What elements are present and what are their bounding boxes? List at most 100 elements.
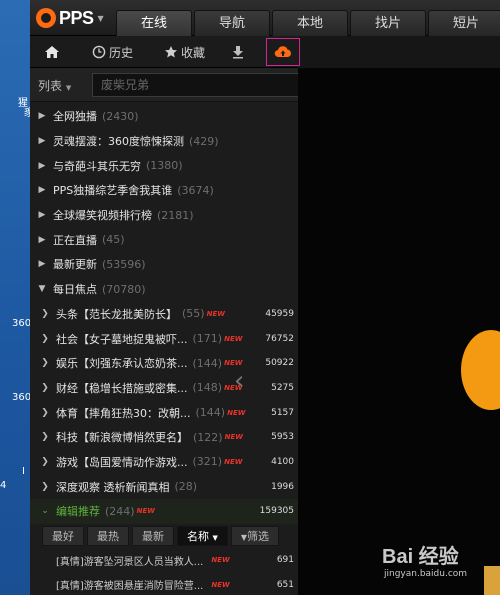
title-bar: PPS ▼ 在线 导航 本地 找片 短片 (30, 0, 500, 36)
item-title: 科技【新浪微博悄然更名】 (56, 431, 188, 445)
sub-list-item[interactable]: ❯ 体育【摔角狂热30：改朝... (144) NEW 5157 (30, 400, 298, 425)
item-count: (2181) (157, 208, 194, 222)
item-title: 每日焦点 (53, 283, 97, 297)
item-count: (3674) (177, 183, 214, 197)
sub-list-item[interactable]: ❯ 社会【女子墓地捉鬼被吓... (171) NEW 76752 (30, 326, 298, 351)
item-count: (144) (195, 406, 226, 420)
item-count: (2430) (102, 109, 139, 123)
list-item[interactable]: ▼ 每日焦点 (70780) (30, 277, 298, 302)
sidebar: 列表 ▼ 废柴兄弟 ▲ ▶全网独播(2430) ▶灵魂摆渡：360度惊悚探测(4… (30, 68, 312, 595)
tab-short-videos[interactable]: 短片 (428, 10, 500, 36)
item-title: 头条【范长龙批美防长】 (56, 307, 177, 321)
home-button[interactable] (44, 40, 60, 64)
app-logo[interactable]: PPS ▼ (36, 7, 104, 29)
chevron-right-icon: ❯ (41, 333, 49, 344)
filter-hot-button[interactable]: 最热 (87, 525, 129, 546)
item-count: (144) (192, 356, 223, 370)
watermark-brand: Bai 经验 (382, 546, 459, 568)
video-title: [真情]游客坠河景区人员当救人... (56, 556, 204, 568)
sub-list-item[interactable]: ❯ 财经【稳增长措施或密集... (148) NEW 5275 (30, 376, 298, 401)
filter-best-button[interactable]: 最好 (42, 525, 84, 546)
favorites-button[interactable]: 收藏 (164, 40, 205, 64)
list-item[interactable]: ▶ 与奇葩斗其乐无穷 (1380) (30, 153, 298, 178)
video-player[interactable] (298, 68, 500, 595)
filter-screen-label: 筛选 (247, 529, 270, 543)
chevron-right-icon: ▶ (38, 111, 46, 122)
item-title: 与奇葩斗其乐无穷 (53, 159, 141, 173)
video-item[interactable]: [真情]游客坠河景区人员当救人... NEW 691 (30, 548, 298, 573)
item-title: 全网独播 (53, 110, 97, 124)
sub-list-item[interactable]: ❯ 娱乐【刘强东承认恋奶茶... (144) NEW 50922 (30, 351, 298, 376)
logo-icon (36, 8, 56, 28)
view-count: 5953 (271, 432, 294, 443)
chevron-down-icon: ▼ (212, 533, 218, 542)
filter-name-label: 名称 (187, 529, 209, 543)
list-item[interactable]: ▶ 全网独播 (2430) (30, 104, 298, 129)
new-badge: NEW (224, 334, 243, 343)
item-title: 编辑推荐 (56, 505, 100, 519)
item-title: 财经【稳增长措施或密集... (56, 381, 188, 395)
item-title: 全球爆笑视频排行榜 (53, 209, 152, 223)
item-count: (53596) (102, 257, 146, 271)
video-title: [真情]游客被困悬崖消防冒险营... (56, 581, 204, 593)
filter-newest-button[interactable]: 最新 (132, 525, 174, 546)
chevron-down-icon: ▼ (97, 13, 104, 23)
sub-list-item[interactable]: ❯ 头条【范长龙批美防长】 (55) NEW 45959 (30, 302, 298, 327)
chevron-right-icon: ▶ (38, 136, 46, 147)
new-badge: NEW (227, 408, 246, 417)
chevron-down-icon: ⌄ (41, 506, 49, 517)
history-label: 历史 (109, 45, 134, 60)
chevron-right-icon: ▶ (38, 160, 46, 171)
chevron-right-icon: ❯ (41, 407, 49, 418)
chevron-right-icon: ❯ (41, 456, 49, 467)
item-count: (122) (193, 430, 223, 444)
sub-list-item[interactable]: ❯ 深度观察 透析新闻真相 (28) 1996 (30, 474, 298, 499)
tab-online[interactable]: 在线 (116, 10, 192, 36)
baidu-watermark: Bai 经验 jingyan.baidu.com (382, 540, 467, 579)
list-item[interactable]: ▶ 全球爆笑视频排行榜 (2181) (30, 203, 298, 228)
item-count: (1380) (146, 159, 183, 173)
item-count: (45) (102, 233, 125, 247)
list-dropdown-label: 列表 (38, 79, 63, 93)
desktop-label: 360 (12, 318, 32, 329)
download-icon (233, 46, 243, 59)
view-count: 691 (276, 555, 294, 566)
tab-local[interactable]: 本地 (272, 10, 348, 36)
editor-picks-item[interactable]: ⌄ 编辑推荐 (244) NEW 159305 (30, 499, 298, 524)
filter-name-button[interactable]: 名称 ▼ (177, 525, 228, 546)
item-title: PPS独播综艺季舍我其谁 (53, 184, 173, 198)
list-item[interactable]: ▶ 最新更新 (53596) (30, 252, 298, 277)
list-item[interactable]: ▶ PPS独播综艺季舍我其谁 (3674) (30, 178, 298, 203)
list-item[interactable]: ▶ 灵魂摆渡：360度惊悚探测 (429) (30, 129, 298, 154)
view-count: 50922 (265, 358, 294, 369)
chevron-right-icon: ▶ (38, 210, 46, 221)
chevron-right-icon: ▶ (38, 185, 46, 196)
home-icon (45, 46, 59, 58)
video-item[interactable]: [真情]游客被困悬崖消防冒险营... NEW 651 (30, 572, 298, 595)
list-item[interactable]: ▶ 正在直播 (45) (30, 227, 298, 252)
desktop-strip: 猩 豸 360 360 I 4 (0, 0, 33, 595)
new-badge: NEW (224, 433, 243, 442)
new-badge: NEW (136, 507, 155, 516)
chevron-left-icon[interactable]: ‹ (234, 366, 244, 396)
search-row: 列表 ▼ 废柴兄弟 (30, 68, 312, 102)
filter-screen-button[interactable]: ▼筛选 (230, 525, 280, 546)
list-dropdown[interactable]: 列表 ▼ (38, 77, 71, 94)
item-title: 最新更新 (53, 258, 97, 272)
chevron-right-icon: ❯ (41, 432, 49, 443)
sub-list-item[interactable]: ❯ 科技【新浪微博悄然更名】 (122) NEW 5953 (30, 425, 298, 450)
tab-navigation[interactable]: 导航 (194, 10, 270, 36)
view-count: 76752 (265, 333, 294, 344)
sub-list-item[interactable]: ❯ 游戏【岛国爱情动作游戏... (321) NEW 4100 (30, 450, 298, 475)
desktop-label: 4 (0, 480, 7, 491)
filter-bar: 最好 最热 最新 名称 ▼ ▼筛选 (30, 523, 298, 548)
view-count: 5275 (271, 382, 294, 393)
upload-button[interactable] (266, 38, 300, 66)
history-button[interactable]: 历史 (92, 40, 133, 64)
desktop-label: I (22, 466, 25, 477)
chevron-right-icon: ❯ (41, 481, 49, 492)
item-title: 灵魂摆渡：360度惊悚探测 (53, 135, 184, 149)
search-input[interactable]: 废柴兄弟 (92, 73, 312, 97)
tab-find-movies[interactable]: 找片 (350, 10, 426, 36)
download-button[interactable] (232, 40, 244, 64)
